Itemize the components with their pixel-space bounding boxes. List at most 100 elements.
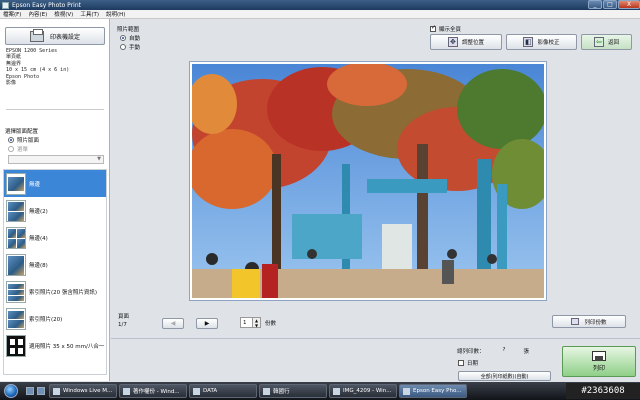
taskbar-label: 韓國行: [273, 389, 290, 395]
watermark: #2363608: [566, 383, 640, 399]
back-button[interactable]: ⇦ 返回: [581, 34, 632, 50]
taskbar-item[interactable]: 韓國行: [259, 384, 327, 398]
start-button[interactable]: [0, 382, 22, 400]
layout-thumbnail: [6, 307, 26, 330]
full-page-checkbox[interactable]: 顯示全頁: [430, 24, 462, 33]
maximize-button[interactable]: □: [603, 0, 617, 9]
layout-thumbnail: [6, 172, 26, 195]
taskbar-label: DATA: [203, 388, 218, 394]
taskbar-label: IMG_4209 - Win...: [343, 388, 392, 394]
folder-icon: [263, 387, 270, 395]
total-unit: 張: [523, 349, 529, 355]
layout-thumbnail: [6, 334, 26, 357]
chevron-down-icon: ▼: [97, 156, 101, 162]
layout-label: 適用照片 35 x 50 mm/八合一: [29, 343, 105, 350]
printer-settings-button[interactable]: 印表機設定: [5, 27, 105, 45]
printer-info-line: 影像: [6, 80, 17, 87]
app-icon: [2, 1, 9, 9]
checkbox-box: [430, 24, 436, 32]
radio-other-layout[interactable]: 選單: [8, 145, 28, 153]
print-button[interactable]: 列印: [562, 346, 636, 377]
printer-icon: [592, 351, 606, 361]
switch-windows-icon[interactable]: [37, 387, 45, 395]
image-correction-button[interactable]: ◧ 影像校正: [506, 34, 577, 50]
layout-item-id-photo[interactable]: 適用照片 35 x 50 mm/八合一: [4, 332, 106, 359]
layout-label: 無邊(8): [29, 262, 48, 269]
divider: [111, 338, 640, 339]
radio-auto-label: 自動: [129, 36, 141, 42]
paper-count-button[interactable]: 全部(列印紙數)(自動): [458, 371, 551, 381]
printer-settings-label: 印表機設定: [49, 33, 80, 41]
layout-item-borderless[interactable]: 無邊: [4, 170, 106, 197]
window-title: Epson Easy Photo Print: [12, 1, 81, 9]
radio-photo-label: 照片版面: [17, 138, 40, 144]
taskbar-label: Epson Easy Pho...: [413, 388, 462, 394]
taskbar-item[interactable]: IMG_4209 - Win...: [329, 384, 397, 398]
menu-help[interactable]: 說明(H): [106, 10, 125, 18]
total-label: 總列印數：: [457, 349, 485, 355]
radio-other-label: 選單: [17, 147, 29, 153]
taskbar-label: 著作權份 - Wind...: [133, 389, 180, 395]
layout-label: 無邊: [29, 181, 41, 188]
date-checkbox[interactable]: 日期: [458, 359, 478, 367]
messenger-icon: [53, 387, 60, 395]
page-indicator: 頁面 1/7: [118, 313, 129, 329]
menu-tools[interactable]: 工具(T): [80, 10, 99, 18]
layout-label: 無邊(2): [29, 208, 48, 215]
copies-stepper[interactable]: ▲ ▼: [253, 317, 261, 328]
radio-manual[interactable]: 手動: [120, 43, 140, 51]
layout-item-borderless-8[interactable]: 無邊(8): [4, 251, 106, 278]
radio-dot: [8, 137, 14, 143]
show-desktop-icon[interactable]: [26, 387, 34, 395]
taskbar-label: Windows Live M...: [63, 388, 113, 394]
print-copies-button[interactable]: 列印份數: [552, 315, 626, 328]
radio-dot: [8, 146, 14, 152]
preview-photo: [192, 64, 544, 298]
print-copies-label: 列印份數: [584, 319, 607, 326]
layout-thumbnail: [6, 226, 26, 249]
folder-icon: [193, 387, 200, 395]
printer-icon: [571, 318, 580, 325]
layout-item-index-20-info[interactable]: 索引照片(20 張含照片資訊): [4, 278, 106, 305]
move-icon: ✥: [447, 37, 458, 47]
close-button[interactable]: X: [618, 0, 640, 9]
epson-icon: [403, 387, 410, 395]
layout-item-borderless-4[interactable]: 無邊(4): [4, 224, 106, 251]
layout-label: 索引照片(20): [29, 316, 63, 323]
radio-dot: [120, 44, 126, 50]
radio-auto[interactable]: 自動: [120, 34, 140, 42]
full-page-label: 顯示全頁: [439, 27, 462, 33]
layout-dropdown[interactable]: ▼: [8, 155, 104, 164]
back-label: 返回: [607, 40, 619, 46]
copies-input[interactable]: 1: [240, 317, 253, 328]
layout-item-index-20[interactable]: 索引照片(20): [4, 305, 106, 332]
taskbar-item[interactable]: Epson Easy Pho...: [399, 384, 467, 398]
total-copies: 總列印數： ? 張: [457, 347, 529, 355]
adjust-position-button[interactable]: ✥ 調整位置: [430, 34, 502, 50]
menu-bar: 檔案(F) 內容(E) 檢視(V) 工具(T) 說明(H): [0, 10, 640, 19]
previous-page-button[interactable]: ◀: [162, 318, 184, 329]
radio-photo-layout[interactable]: 照片版面: [8, 136, 39, 144]
layout-list[interactable]: 無邊 無邊(2) 無邊(4) 無邊(8) 索引照片(20 張含照片資訊) 索引照…: [3, 169, 107, 375]
menu-view[interactable]: 檢視(V): [54, 10, 73, 18]
taskbar-item[interactable]: Windows Live M...: [49, 384, 117, 398]
image-icon: [333, 387, 340, 395]
image-correction-label: 影像校正: [537, 40, 560, 46]
menu-edit[interactable]: 內容(E): [28, 10, 47, 18]
photo-range-label: 照片範圍: [117, 27, 140, 33]
photo-preview[interactable]: [189, 61, 547, 301]
quick-launch: [26, 387, 45, 395]
page-value: 1/7: [118, 322, 127, 328]
page-label: 頁面: [118, 314, 130, 320]
taskbar: Windows Live M... 著作權份 - Wind... DATA 韓國…: [0, 382, 640, 400]
taskbar-item[interactable]: 著作權份 - Wind...: [119, 384, 187, 398]
total-value: ?: [502, 347, 506, 353]
printer-icon: [29, 28, 44, 42]
layout-item-borderless-2[interactable]: 無邊(2): [4, 197, 106, 224]
copies-control: 1 ▲ ▼ 份數: [240, 317, 276, 328]
layout-label: 索引照片(20 張含照片資訊): [29, 289, 98, 296]
taskbar-item[interactable]: DATA: [189, 384, 257, 398]
next-page-button[interactable]: ▶: [196, 318, 218, 329]
minimize-button[interactable]: _: [588, 0, 602, 9]
menu-file[interactable]: 檔案(F): [3, 10, 21, 18]
